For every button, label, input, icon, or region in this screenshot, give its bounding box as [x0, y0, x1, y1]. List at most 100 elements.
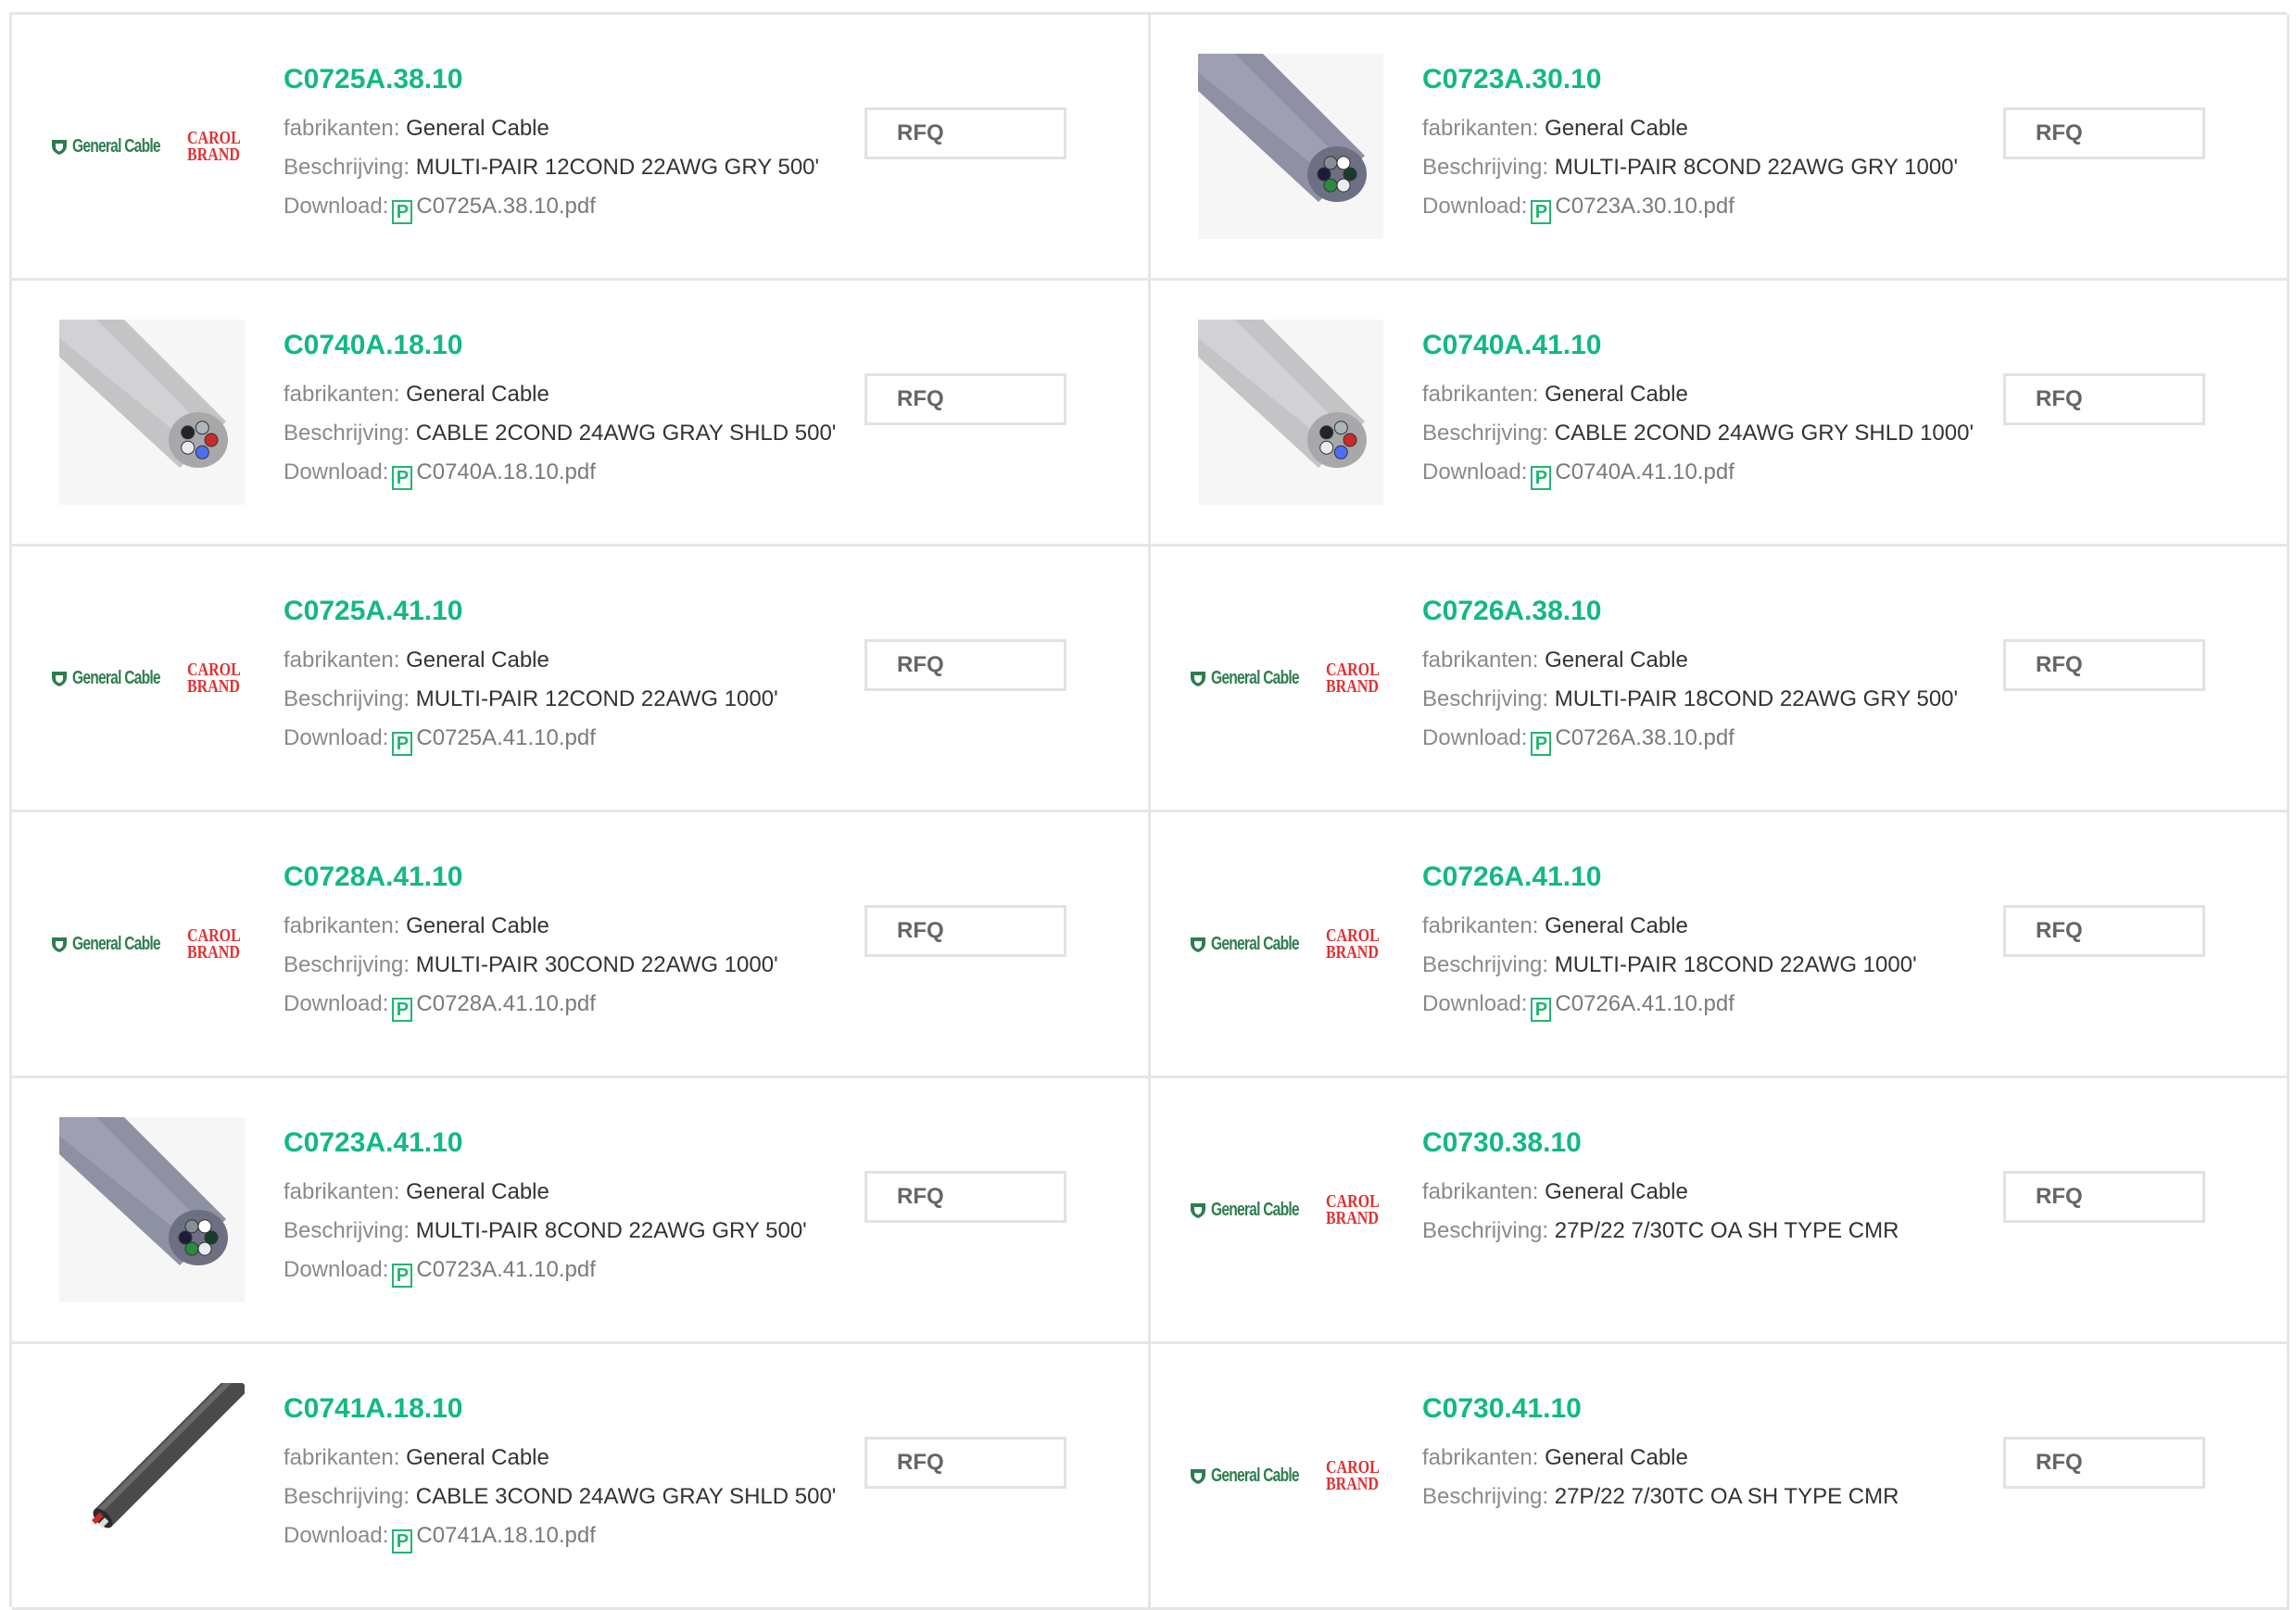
manufacturer-label: fabrikanten: — [1422, 1179, 1539, 1204]
product-image-logo[interactable]: General Cable CAROL BRAND — [1190, 1117, 1383, 1302]
carol-brand-wordmark: CAROL BRAND — [1325, 1457, 1380, 1494]
rfq-button[interactable]: RFQ — [2003, 905, 2205, 957]
description-label: Beschrijving: — [1422, 1484, 1549, 1509]
pdf-download-link[interactable]: C0726A.38.10.pdf — [1555, 725, 1735, 750]
rfq-button[interactable]: RFQ — [864, 905, 1066, 957]
download-row: Download: P C0741A.18.10.pdf — [284, 1516, 1148, 1555]
description-value: MULTI-PAIR 8COND 22AWG GRY 1000' — [1554, 155, 1959, 180]
description-label: Beschrijving: — [1422, 1218, 1549, 1243]
pdf-download-link[interactable]: C0740A.18.10.pdf — [416, 459, 596, 484]
rfq-button[interactable]: RFQ — [864, 1437, 1066, 1489]
rfq-button[interactable]: RFQ — [2003, 1437, 2205, 1489]
download-row: Download: P C0726A.38.10.pdf — [1422, 719, 2287, 758]
product-part-number-link[interactable]: C0725A.41.10 — [284, 595, 1148, 632]
rfq-button[interactable]: RFQ — [2003, 107, 2205, 159]
product-part-number-link[interactable]: C0723A.41.10 — [284, 1126, 1148, 1163]
product-card: General Cable CAROL BRAND C0728A.41.10 f… — [12, 812, 1151, 1078]
product-part-number-link[interactable]: C0723A.30.10 — [1422, 63, 2287, 100]
product-image-cable[interactable] — [59, 1383, 245, 1568]
pdf-icon[interactable]: P — [392, 732, 413, 756]
product-part-number-link[interactable]: C0741A.18.10 — [284, 1392, 1148, 1429]
product-card: C0723A.41.10 fabrikanten: General Cable … — [12, 1078, 1151, 1344]
general-cable-shield-icon — [51, 937, 67, 952]
download-label: Download: — [284, 725, 389, 750]
product-part-number-link[interactable]: C0740A.18.10 — [284, 329, 1148, 366]
product-part-number-link[interactable]: C0725A.38.10 — [284, 63, 1148, 100]
product-image-cable[interactable] — [1198, 320, 1383, 505]
manufacturer-value: General Cable — [1545, 116, 1688, 141]
pdf-icon[interactable]: P — [392, 1264, 413, 1288]
pdf-download-link[interactable]: C0725A.41.10.pdf — [416, 725, 596, 750]
description-value: MULTI-PAIR 12COND 22AWG GRY 500' — [415, 155, 820, 180]
product-image-cable[interactable] — [59, 320, 245, 505]
download-label: Download: — [284, 459, 389, 484]
pdf-icon[interactable]: P — [392, 1529, 413, 1553]
general-cable-carol-brand-logo: General Cable CAROL BRAND — [50, 129, 254, 164]
carol-brand-wordmark: CAROL BRAND — [1325, 925, 1380, 962]
description-label: Beschrijving: — [284, 952, 410, 977]
pdf-download-link[interactable]: C0726A.41.10.pdf — [1555, 991, 1735, 1016]
product-part-number-link[interactable]: C0740A.41.10 — [1422, 329, 2287, 366]
manufacturer-value: General Cable — [406, 382, 549, 407]
pdf-icon[interactable]: P — [392, 998, 413, 1022]
manufacturer-value: General Cable — [406, 648, 549, 673]
general-cable-wordmark: General Cable — [71, 933, 161, 954]
description-value: MULTI-PAIR 12COND 22AWG 1000' — [415, 686, 778, 711]
product-image-cable[interactable] — [59, 1117, 245, 1302]
manufacturer-value: General Cable — [406, 913, 549, 938]
download-row: Download: P C0725A.38.10.pdf — [284, 187, 1148, 226]
download-label: Download: — [1422, 725, 1528, 750]
rfq-button[interactable]: RFQ — [2003, 373, 2205, 425]
pdf-download-link[interactable]: C0725A.38.10.pdf — [416, 194, 596, 219]
rfq-button[interactable]: RFQ — [2003, 1171, 2205, 1223]
download-label: Download: — [284, 1257, 389, 1282]
rfq-button[interactable]: RFQ — [864, 107, 1066, 159]
product-image-logo[interactable]: General Cable CAROL BRAND — [1190, 585, 1383, 771]
rfq-button[interactable]: RFQ — [864, 639, 1066, 691]
product-part-number-link[interactable]: C0728A.41.10 — [284, 861, 1148, 898]
download-row: Download: P C0728A.41.10.pdf — [284, 985, 1148, 1024]
description-value: MULTI-PAIR 30COND 22AWG 1000' — [415, 952, 778, 977]
pdf-download-link[interactable]: C0728A.41.10.pdf — [416, 991, 596, 1016]
product-part-number-link[interactable]: C0726A.38.10 — [1422, 595, 2287, 632]
manufacturer-value: General Cable — [406, 1179, 549, 1204]
rfq-button[interactable]: RFQ — [864, 1171, 1066, 1223]
carol-brand-wordmark: CAROL BRAND — [1325, 660, 1380, 697]
download-row: Download: P C0723A.30.10.pdf — [1422, 187, 2287, 226]
pdf-download-link[interactable]: C0723A.30.10.pdf — [1555, 194, 1735, 219]
product-card: C0741A.18.10 fabrikanten: General Cable … — [12, 1344, 1151, 1610]
product-image-logo[interactable]: General Cable CAROL BRAND — [1190, 851, 1383, 1037]
product-card: General Cable CAROL BRAND C0726A.38.10 f… — [1151, 547, 2290, 812]
pdf-icon[interactable]: P — [392, 466, 413, 490]
pdf-download-link[interactable]: C0740A.41.10.pdf — [1555, 459, 1735, 484]
pdf-icon[interactable]: P — [392, 200, 413, 224]
product-part-number-link[interactable]: C0726A.41.10 — [1422, 861, 2287, 898]
general-cable-wordmark: General Cable — [1210, 667, 1300, 688]
pdf-icon[interactable]: P — [1531, 466, 1552, 490]
manufacturer-label: fabrikanten: — [1422, 913, 1539, 938]
description-label: Beschrijving: — [1422, 421, 1549, 446]
carol-brand-wordmark: CAROL BRAND — [186, 660, 241, 697]
product-image-logo[interactable]: General Cable CAROL BRAND — [51, 54, 245, 239]
manufacturer-label: fabrikanten: — [284, 913, 400, 938]
download-row: Download: P C0726A.41.10.pdf — [1422, 985, 2287, 1024]
pdf-icon[interactable]: P — [1531, 998, 1552, 1022]
product-part-number-link[interactable]: C0730.38.10 — [1422, 1126, 2287, 1163]
product-image-logo[interactable]: General Cable CAROL BRAND — [1190, 1383, 1383, 1568]
general-cable-wordmark: General Cable — [71, 667, 161, 688]
product-image-logo[interactable]: General Cable CAROL BRAND — [51, 851, 245, 1037]
rfq-button[interactable]: RFQ — [2003, 639, 2205, 691]
pdf-download-link[interactable]: C0741A.18.10.pdf — [416, 1523, 596, 1548]
pdf-download-link[interactable]: C0723A.41.10.pdf — [416, 1257, 596, 1282]
description-label: Beschrijving: — [284, 686, 410, 711]
carol-brand-wordmark: CAROL BRAND — [186, 925, 241, 962]
pdf-icon[interactable]: P — [1531, 200, 1552, 224]
rfq-button[interactable]: RFQ — [864, 373, 1066, 425]
product-image-logo[interactable]: General Cable CAROL BRAND — [51, 585, 245, 771]
product-part-number-link[interactable]: C0730.41.10 — [1422, 1392, 2287, 1429]
product-image-cable[interactable] — [1198, 54, 1383, 239]
general-cable-wordmark: General Cable — [1210, 1465, 1300, 1486]
download-label: Download: — [1422, 459, 1528, 484]
description-value: CABLE 2COND 24AWG GRY SHLD 1000' — [1554, 421, 1974, 446]
pdf-icon[interactable]: P — [1531, 732, 1552, 756]
